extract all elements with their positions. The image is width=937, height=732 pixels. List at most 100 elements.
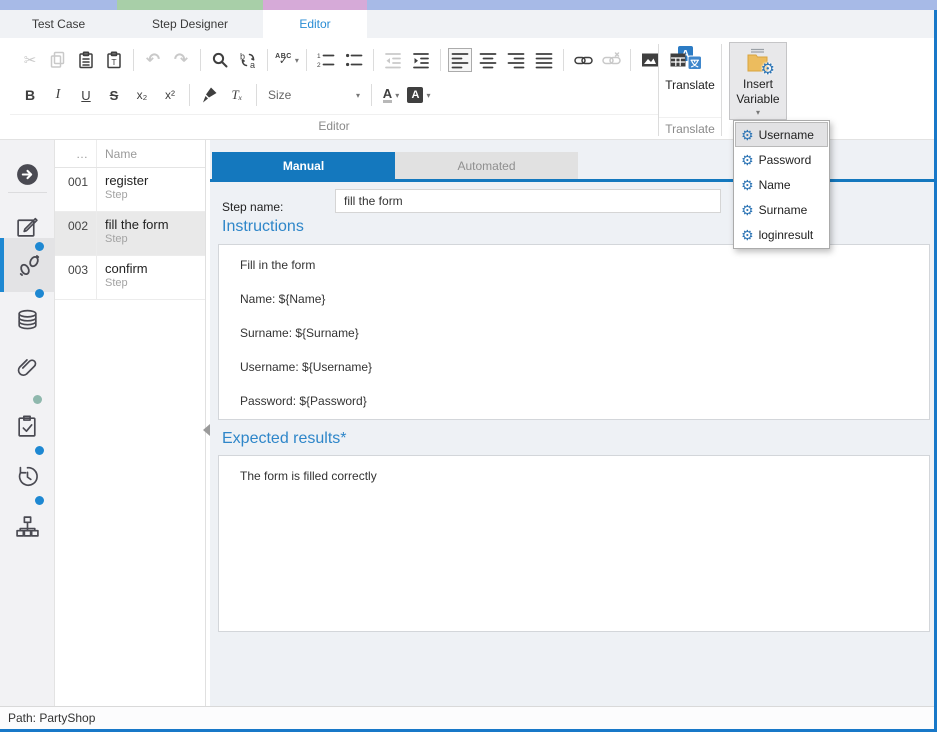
variable-option-label: Surname <box>759 203 808 217</box>
text-color-icon: A <box>383 87 392 104</box>
format-painter-button[interactable] <box>197 83 221 107</box>
justify-button[interactable] <box>532 48 556 72</box>
database-icon <box>15 308 40 333</box>
collapse-panel-arrow[interactable] <box>203 424 210 436</box>
brush-icon <box>200 86 218 104</box>
step-row-001[interactable]: 001 register Step <box>55 168 205 212</box>
tab-editor[interactable]: Editor <box>263 10 367 38</box>
toolbar-separator <box>563 49 564 71</box>
numbered-list-icon: 12 <box>317 51 335 69</box>
replace-button[interactable]: ba <box>236 48 260 72</box>
toolbar-separator <box>373 49 374 71</box>
toolbar-separator <box>189 84 190 106</box>
align-right-button[interactable] <box>504 48 528 72</box>
gear-icon: ⚙ <box>741 178 754 192</box>
sidebar-divider <box>8 192 47 193</box>
badge-dot <box>35 289 44 298</box>
sidebar-item-checklist[interactable] <box>0 404 55 448</box>
increase-indent-button[interactable] <box>409 48 433 72</box>
step-number: 002 <box>55 212 97 255</box>
expected-results-editor[interactable]: The form is filled correctly <box>218 455 930 632</box>
steps-list-header: … Name <box>55 140 205 168</box>
toolbar-separator <box>440 49 441 71</box>
unlink-icon <box>602 51 621 69</box>
paste-icon <box>77 51 95 69</box>
svg-text:1: 1 <box>317 53 321 60</box>
variable-option-password[interactable]: ⚙ Password <box>735 147 828 172</box>
ribbon-group-editor: ✂ T ↶ ↷ ba ABC✓ ▾ 12 <box>0 38 658 139</box>
variable-option-surname[interactable]: ⚙ Surname <box>735 197 828 222</box>
paste-text-button[interactable]: T <box>102 48 126 72</box>
sidebar-item-steps[interactable] <box>0 238 55 292</box>
toolbar-separator <box>371 84 372 106</box>
instructions-editor[interactable]: Fill in the form Name: ${Name} Surname: … <box>218 244 930 420</box>
sidebar-item-hierarchy[interactable] <box>0 504 55 548</box>
background-color-button[interactable]: A ▾ <box>407 83 431 107</box>
cut-icon: ✂ <box>24 51 37 69</box>
edit-icon <box>15 214 40 239</box>
variable-option-label: Name <box>759 178 791 192</box>
instructions-line: Username: ${Username} <box>240 360 908 374</box>
link-button[interactable] <box>571 48 595 72</box>
toolbar-separator <box>306 49 307 71</box>
bulleted-list-button[interactable] <box>342 48 366 72</box>
step-type: Step <box>105 189 205 201</box>
tab-strip-right <box>367 0 937 10</box>
table-icon <box>669 51 687 69</box>
italic-button[interactable]: I <box>46 83 70 107</box>
sidebar-item-collapse[interactable] <box>0 154 55 194</box>
ribbon-group-label-editor: Editor <box>10 114 658 136</box>
subscript-button[interactable]: x₂ <box>130 83 154 107</box>
step-name: confirm <box>105 261 205 276</box>
variable-option-loginresult[interactable]: ⚙ loginresult <box>735 222 828 247</box>
gear-icon: ⚙ <box>761 62 775 78</box>
table-button[interactable] <box>666 48 690 72</box>
underline-button[interactable]: U <box>74 83 98 107</box>
copy-button <box>46 48 70 72</box>
paste-button[interactable] <box>74 48 98 72</box>
image-button[interactable] <box>638 48 662 72</box>
cut-button: ✂ <box>18 48 42 72</box>
strikethrough-button[interactable]: S <box>102 83 126 107</box>
step-row-003[interactable]: 003 confirm Step <box>55 256 205 300</box>
gear-icon: ⚙ <box>741 203 754 217</box>
chevron-down-icon: ▾ <box>395 91 399 100</box>
font-size-dropdown[interactable]: Size ▾ <box>264 88 364 102</box>
search-icon <box>211 51 229 69</box>
step-row-002[interactable]: 002 fill the form Step <box>55 212 205 256</box>
spellcheck-icon: ABC✓ <box>275 54 292 66</box>
tab-automated[interactable]: Automated <box>395 152 578 179</box>
variable-option-label: Password <box>759 153 812 167</box>
align-center-icon <box>479 51 497 69</box>
find-button[interactable] <box>208 48 232 72</box>
sidebar-item-data[interactable] <box>0 298 55 342</box>
sidebar-item-attachments[interactable] <box>0 346 55 390</box>
ribbon-group-label-translate: Translate <box>659 117 721 139</box>
insert-variable-button[interactable]: ⚙ Insert Variable ▾ <box>729 42 787 120</box>
step-number: 003 <box>55 256 97 299</box>
toolbar-separator <box>133 49 134 71</box>
spellcheck-button[interactable]: ABC✓ ▾ <box>275 48 299 72</box>
align-center-button[interactable] <box>476 48 500 72</box>
superscript-button[interactable]: x² <box>158 83 182 107</box>
instructions-line: Password: ${Password} <box>240 394 908 408</box>
numbered-list-button[interactable]: 12 <box>314 48 338 72</box>
sidebar-item-history[interactable] <box>0 454 55 498</box>
svg-text:2: 2 <box>317 62 321 69</box>
unlink-button <box>599 48 623 72</box>
bold-button[interactable]: B <box>18 83 42 107</box>
tab-test-case[interactable]: Test Case <box>0 10 117 38</box>
badge-dot <box>35 496 44 505</box>
remove-format-button[interactable]: Tₓ <box>225 83 249 107</box>
variable-option-name[interactable]: ⚙ Name <box>735 172 828 197</box>
tab-step-designer[interactable]: Step Designer <box>117 10 263 38</box>
paste-text-icon: T <box>105 51 123 69</box>
text-color-button[interactable]: A ▾ <box>379 83 403 107</box>
instructions-line: Name: ${Name} <box>240 292 908 306</box>
tab-manual[interactable]: Manual <box>212 152 395 179</box>
tab-strip-editor <box>263 0 367 10</box>
align-left-button[interactable] <box>448 48 472 72</box>
step-name-input[interactable] <box>335 189 721 213</box>
variable-option-username[interactable]: ⚙ Username <box>735 122 828 147</box>
variable-dropdown-menu: ⚙ Username ⚙ Password ⚙ Name ⚙ Surname ⚙… <box>733 120 830 249</box>
